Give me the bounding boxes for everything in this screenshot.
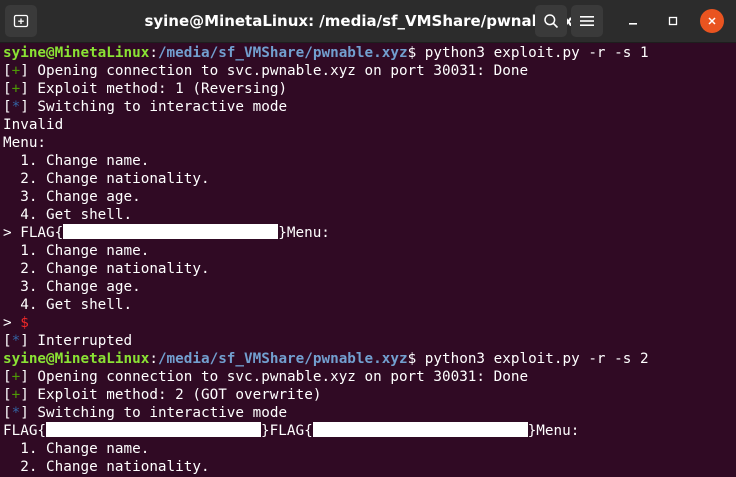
prompt-dollar: $ (407, 45, 417, 61)
prompt-line: syine@MinetaLinux:/media/sf_VMShare/pwna… (3, 350, 736, 368)
bracket: ] (20, 387, 29, 403)
prompt-colon: : (149, 351, 158, 367)
output-text: Exploit method: 1 (Reversing) (28, 81, 288, 97)
output-line: [+] Exploit method: 2 (GOT overwrite) (3, 386, 736, 404)
output-text: Interrupted (28, 333, 133, 349)
search-icon (544, 14, 559, 29)
bracket: ] (20, 405, 29, 421)
command-text: python3 exploit.py -r -s 2 (416, 351, 649, 367)
shell-prompt-line: > $ (3, 314, 736, 332)
menu-item: 2. Change nationality. (3, 459, 210, 475)
output-line: [*] Switching to interactive mode (3, 98, 736, 116)
bracket: ] (20, 99, 29, 115)
flag-suffix: }Menu: (278, 225, 330, 241)
output-text: Switching to interactive mode (28, 99, 288, 115)
menu-item: 4. Get shell. (3, 297, 133, 313)
plus-marker: + (11, 63, 21, 79)
flag-line: FLAG{ }FLAG{ }Menu: (3, 422, 736, 440)
menu-item: 2. Change nationality. (3, 261, 210, 277)
plus-marker: + (11, 369, 21, 385)
menu-item: 3. Change age. (3, 279, 141, 295)
output-text: Opening connection to svc.pwnable.xyz on… (28, 63, 529, 79)
prompt-user: syine@MinetaLinux (3, 351, 150, 367)
bracket: ] (20, 369, 29, 385)
new-tab-icon (13, 14, 29, 28)
flag-prefix: FLAG{ (3, 423, 47, 439)
output-text: Opening connection to svc.pwnable.xyz on… (28, 369, 529, 385)
menu-button[interactable] (571, 5, 603, 37)
menu-item: 4. Get shell. (3, 207, 133, 223)
redacted-flag (63, 224, 279, 239)
prompt-user: syine@MinetaLinux (3, 45, 150, 61)
bracket: [ (3, 405, 12, 421)
output-text: Switching to interactive mode (28, 405, 288, 421)
bracket: [ (3, 333, 12, 349)
maximize-button[interactable] (661, 9, 685, 33)
output-line: [+] Opening connection to svc.pwnable.xy… (3, 368, 736, 386)
prompt-dollar: $ (407, 351, 417, 367)
bracket: ] (20, 333, 29, 349)
flag-suffix: }Menu: (527, 423, 580, 439)
terminal-output[interactable]: syine@MinetaLinux:/media/sf_VMShare/pwna… (3, 44, 736, 477)
prompt-line: syine@MinetaLinux:/media/sf_VMShare/pwna… (3, 44, 736, 62)
close-icon (708, 17, 716, 25)
shell-dollar: $ (20, 315, 29, 331)
bracket: [ (3, 99, 12, 115)
output-line: [+] Exploit method: 1 (Reversing) (3, 80, 736, 98)
menu-item: 3. Change age. (3, 189, 141, 205)
redacted-flag (312, 422, 528, 437)
bracket: [ (3, 63, 12, 79)
close-button[interactable] (700, 9, 724, 33)
plus-marker: + (11, 387, 21, 403)
star-marker: * (11, 405, 21, 421)
flag-middle: }FLAG{ (261, 423, 313, 439)
bracket: ] (20, 63, 29, 79)
bracket: [ (3, 81, 12, 97)
scrollbar[interactable] (728, 44, 736, 477)
menu-item: 2. Change nationality. (3, 171, 210, 187)
bracket: ] (20, 81, 29, 97)
output-text: Exploit method: 2 (GOT overwrite) (28, 387, 322, 403)
bracket: [ (3, 369, 12, 385)
new-tab-button[interactable] (5, 5, 37, 37)
command-text: python3 exploit.py -r -s 1 (416, 45, 649, 61)
output-line: Invalid (3, 117, 64, 133)
shell-arrow: > (3, 315, 21, 331)
flag-prefix: > FLAG{ (3, 225, 64, 241)
plus-marker: + (11, 81, 21, 97)
minimize-icon (629, 23, 637, 25)
output-line: [*] Switching to interactive mode (3, 404, 736, 422)
menu-header: Menu: (3, 135, 47, 151)
menu-item: 1. Change name. (3, 153, 150, 169)
star-marker: * (11, 333, 21, 349)
search-button[interactable] (535, 5, 567, 37)
title-bar: syine@MinetaLinux: /media/sf_VMShare/pwn… (0, 0, 736, 43)
menu-item: 1. Change name. (3, 441, 150, 457)
maximize-icon (668, 16, 678, 26)
menu-item: 1. Change name. (3, 243, 150, 259)
hamburger-menu-icon (580, 16, 594, 26)
prompt-path: /media/sf_VMShare/pwnable.xyz (157, 351, 408, 367)
flag-line: > FLAG{ }Menu: (3, 224, 736, 242)
output-line: [+] Opening connection to svc.pwnable.xy… (3, 62, 736, 80)
output-line: [*] Interrupted (3, 332, 736, 350)
terminal-window: syine@MinetaLinux: /media/sf_VMShare/pwn… (0, 0, 736, 477)
star-marker: * (11, 99, 21, 115)
minimize-button[interactable] (621, 9, 645, 33)
prompt-path: /media/sf_VMShare/pwnable.xyz (157, 45, 408, 61)
prompt-colon: : (149, 45, 158, 61)
bracket: [ (3, 387, 12, 403)
redacted-flag (46, 422, 262, 437)
